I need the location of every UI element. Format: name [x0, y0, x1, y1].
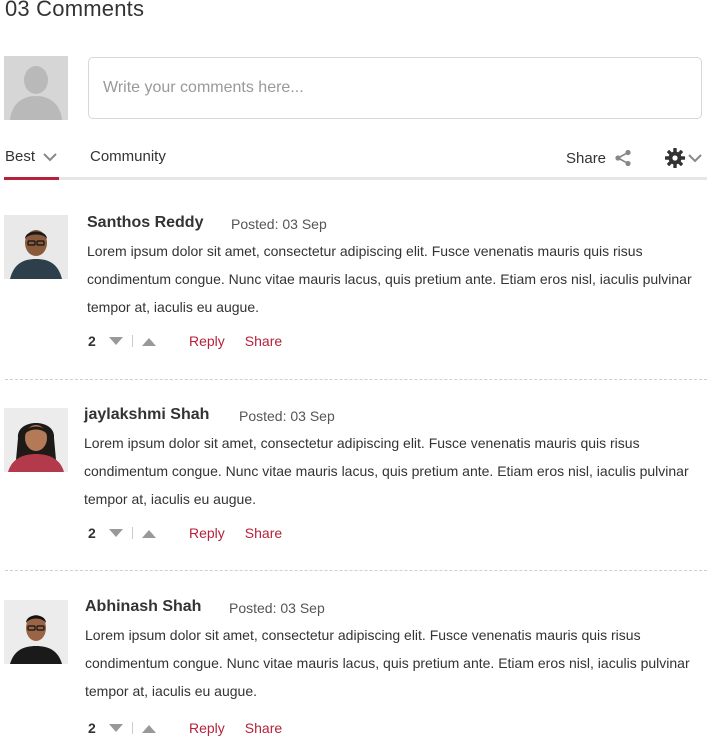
upvote-button[interactable]	[141, 333, 157, 349]
vote-up-icon	[142, 724, 156, 733]
share-icon	[615, 149, 631, 167]
comment-author[interactable]: jaylakshmi Shah	[84, 406, 209, 424]
tabs-divider	[4, 177, 707, 180]
tab-best-label: Best	[5, 148, 36, 165]
comment-actions: 2 Reply Share	[88, 333, 282, 349]
share-link[interactable]: Share	[245, 720, 282, 736]
comment-author[interactable]: Abhinash Shah	[85, 598, 201, 616]
chevron-down-icon	[688, 154, 702, 163]
share-link[interactable]: Share	[245, 333, 282, 349]
avatar	[4, 600, 68, 664]
vote-separator	[132, 527, 133, 539]
comment-actions: 2 Reply Share	[88, 525, 282, 541]
user-photo-icon	[4, 215, 68, 279]
comment-input[interactable]	[88, 57, 702, 119]
comment-body: Lorem ipsum dolor sit amet, consectetur …	[87, 243, 692, 315]
vote-down-icon	[109, 528, 123, 537]
avatar	[4, 215, 68, 279]
gear-icon	[665, 148, 685, 168]
upvote-button[interactable]	[141, 525, 157, 541]
comment-divider	[5, 379, 707, 380]
vote-separator	[132, 722, 133, 734]
vote-up-icon	[142, 529, 156, 538]
avatar	[4, 408, 68, 472]
comment-timestamp: Posted: 03 Sep	[239, 408, 335, 424]
reply-link[interactable]: Reply	[189, 720, 225, 736]
reply-link[interactable]: Reply	[189, 525, 225, 541]
comment-author[interactable]: Santhos Reddy	[87, 214, 203, 232]
vote-count: 2	[88, 720, 96, 736]
downvote-button[interactable]	[108, 333, 124, 349]
comment-timestamp: Posted: 03 Sep	[229, 600, 325, 616]
comment-body: Lorem ipsum dolor sit amet, consectetur …	[85, 627, 690, 699]
downvote-button[interactable]	[108, 525, 124, 541]
settings-menu-button[interactable]	[664, 147, 702, 169]
chevron-down-icon	[43, 152, 57, 161]
tab-active-indicator	[4, 177, 59, 180]
sort-tabs: Best Community Share	[0, 140, 707, 182]
tab-best[interactable]: Best	[4, 148, 59, 180]
comment-actions: 2 Reply Share	[88, 720, 282, 736]
comment-body: Lorem ipsum dolor sit amet, consectetur …	[84, 435, 689, 507]
avatar-placeholder-icon	[4, 56, 68, 120]
upvote-button[interactable]	[141, 720, 157, 736]
comment-timestamp: Posted: 03 Sep	[231, 216, 327, 232]
page-title: 03 Comments	[5, 0, 145, 21]
vote-count: 2	[88, 333, 96, 349]
vote-down-icon	[109, 336, 123, 345]
vote-count: 2	[88, 525, 96, 541]
current-user-avatar	[4, 56, 68, 120]
share-thread-button[interactable]: Share	[566, 149, 632, 167]
user-photo-icon	[4, 408, 68, 472]
comment-divider	[5, 570, 707, 571]
downvote-button[interactable]	[108, 720, 124, 736]
reply-link[interactable]: Reply	[189, 333, 225, 349]
vote-separator	[132, 335, 133, 347]
share-thread-label: Share	[566, 149, 607, 167]
share-link[interactable]: Share	[245, 525, 282, 541]
vote-down-icon	[109, 723, 123, 732]
tab-community[interactable]: Community	[90, 148, 166, 165]
user-photo-icon	[4, 600, 68, 664]
vote-up-icon	[142, 337, 156, 346]
